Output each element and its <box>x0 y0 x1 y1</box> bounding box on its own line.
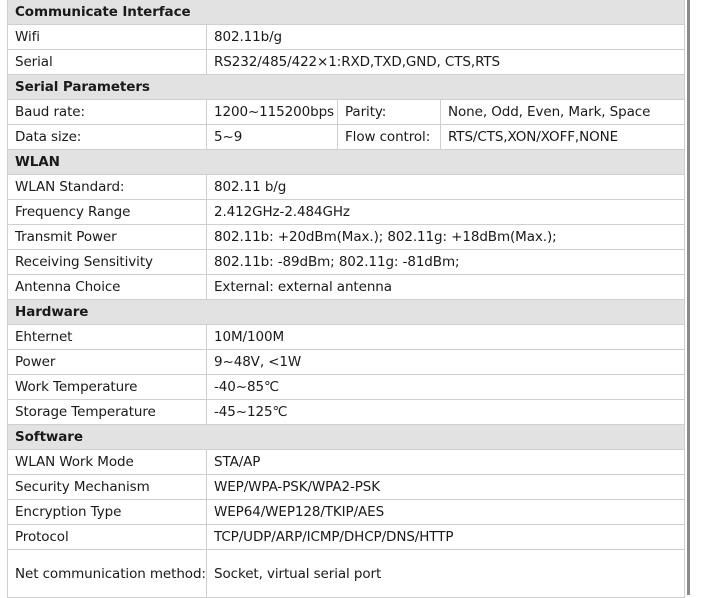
spec-value: WEP/WPA-PSK/WPA2-PSK <box>205 474 686 500</box>
section-software: Software <box>6 424 686 450</box>
spec-row-wlan-work-mode: WLAN Work Mode STA/AP <box>7 449 686 475</box>
spec-label: Serial <box>7 49 207 75</box>
spec-label: Ehternet <box>7 324 207 350</box>
spec-value: 10M/100M <box>205 324 686 350</box>
spec-value: 9~48V, <1W <box>205 349 686 375</box>
spec-label: WLAN Standard: <box>7 174 207 200</box>
section-title: Software <box>6 424 686 450</box>
spec-label: Security Mechanism <box>7 474 207 500</box>
spec-value: 2.412GHz-2.484GHz <box>205 199 686 225</box>
spec-value: 802.11b: -89dBm; 802.11g: -81dBm; <box>205 249 686 275</box>
spec-value: WEP64/WEP128/TKIP/AES <box>205 499 686 525</box>
spec-label: Baud rate: <box>7 99 207 125</box>
spec-row-baud-rate: Baud rate: 1200~115200bps Parity: None, … <box>7 99 686 125</box>
spec-value: Socket, virtual serial port <box>205 549 686 598</box>
spec-row-serial: Serial RS232/485/422×1:RXD,TXD,GND, CTS,… <box>7 49 686 75</box>
right-edge-border <box>687 0 690 595</box>
spec-value: 1200~115200bps <box>206 99 338 125</box>
spec-label: Wifi <box>7 24 207 50</box>
spec-label: Storage Temperature <box>7 399 207 425</box>
spec-label: Frequency Range <box>7 199 207 225</box>
spec-label: Transmit Power <box>7 224 207 250</box>
spec-row-receiving-sensitivity: Receiving Sensitivity 802.11b: -89dBm; 8… <box>7 249 686 275</box>
section-title: Hardware <box>6 299 686 325</box>
section-title: WLAN <box>6 149 686 175</box>
spec-label: Power <box>7 349 207 375</box>
spec-row-data-size: Data size: 5~9 Flow control: RTS/CTS,XON… <box>7 124 686 150</box>
spec-value: RS232/485/422×1:RXD,TXD,GND, CTS,RTS <box>205 49 686 75</box>
spec-row-wlan-standard: WLAN Standard: 802.11 b/g <box>7 174 686 200</box>
spec-row-power: Power 9~48V, <1W <box>7 349 686 375</box>
spec-row-storage-temperature: Storage Temperature -45~125℃ <box>7 399 686 425</box>
spec-row-net-communication-method: Net communication method: Socket, virtua… <box>7 549 686 598</box>
spec-label: Encryption Type <box>7 499 207 525</box>
spec-label: Data size: <box>7 124 207 150</box>
section-title: Communicate Interface <box>6 0 686 25</box>
spec-label-secondary: Flow control: <box>337 124 441 150</box>
spec-label-secondary: Parity: <box>337 99 441 125</box>
section-wlan: WLAN <box>6 149 686 175</box>
spec-row-encryption-type: Encryption Type WEP64/WEP128/TKIP/AES <box>7 499 686 525</box>
spec-value-secondary: RTS/CTS,XON/XOFF,NONE <box>439 124 686 150</box>
spec-value: External: external antenna <box>205 274 686 300</box>
spec-row-wifi: Wifi 802.11b/g <box>7 24 686 50</box>
spec-label: Protocol <box>7 524 207 550</box>
spec-value: -40~85℃ <box>205 374 686 400</box>
spec-value: TCP/UDP/ARP/ICMP/DHCP/DNS/HTTP <box>205 524 686 550</box>
spec-value: 802.11b/g <box>205 24 686 50</box>
section-hardware: Hardware <box>6 299 686 325</box>
spec-value: -45~125℃ <box>205 399 686 425</box>
spec-table: Communicate Interface Wifi 802.11b/g Ser… <box>6 0 686 598</box>
spec-label: Receiving Sensitivity <box>7 249 207 275</box>
spec-label: WLAN Work Mode <box>7 449 207 475</box>
section-serial-parameters: Serial Parameters <box>6 74 686 100</box>
section-title: Serial Parameters <box>6 74 686 100</box>
spec-row-antenna-choice: Antenna Choice External: external antenn… <box>7 274 686 300</box>
spec-value: STA/AP <box>205 449 686 475</box>
spec-row-protocol: Protocol TCP/UDP/ARP/ICMP/DHCP/DNS/HTTP <box>7 524 686 550</box>
spec-label: Work Temperature <box>7 374 207 400</box>
spec-value-secondary: None, Odd, Even, Mark, Space <box>439 99 686 125</box>
spec-row-transmit-power: Transmit Power 802.11b: +20dBm(Max.); 80… <box>7 224 686 250</box>
spec-row-ethernet: Ehternet 10M/100M <box>7 324 686 350</box>
spec-row-security-mechanism: Security Mechanism WEP/WPA-PSK/WPA2-PSK <box>7 474 686 500</box>
spec-label: Net communication method: <box>7 549 207 598</box>
spec-row-frequency-range: Frequency Range 2.412GHz-2.484GHz <box>7 199 686 225</box>
spec-row-work-temperature: Work Temperature -40~85℃ <box>7 374 686 400</box>
spec-label: Antenna Choice <box>7 274 207 300</box>
spec-value: 802.11 b/g <box>205 174 686 200</box>
spec-value: 802.11b: +20dBm(Max.); 802.11g: +18dBm(M… <box>205 224 686 250</box>
spec-value: 5~9 <box>206 124 338 150</box>
section-communicate-interface: Communicate Interface <box>6 0 686 25</box>
